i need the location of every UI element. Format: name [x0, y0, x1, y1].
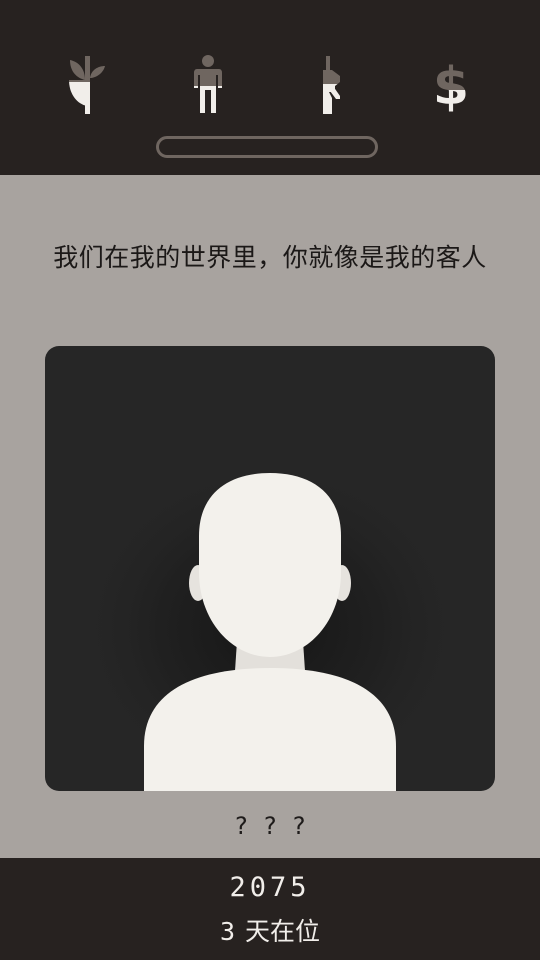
days-count: 3 [219, 917, 236, 946]
reign-footer: 2075 3 天在位 [0, 858, 540, 960]
year-display: 2075 [229, 872, 311, 903]
progress-bar [156, 136, 378, 158]
reign-duration: 3 天在位 [0, 912, 540, 948]
decision-card[interactable] [45, 346, 495, 791]
silhouette-icon [70, 436, 470, 791]
church-plant-icon [57, 52, 117, 116]
army-rifle-icon [299, 52, 359, 116]
days-label: 天在位 [245, 917, 321, 946]
character-name: ? ? ? [233, 812, 307, 840]
question-text: 我们在我的世界里，你就像是我的客人 [53, 243, 487, 272]
people-person-icon [178, 52, 238, 116]
money-dollar-icon: $ $ [421, 52, 481, 116]
stats-bar: $ $ [0, 0, 540, 175]
